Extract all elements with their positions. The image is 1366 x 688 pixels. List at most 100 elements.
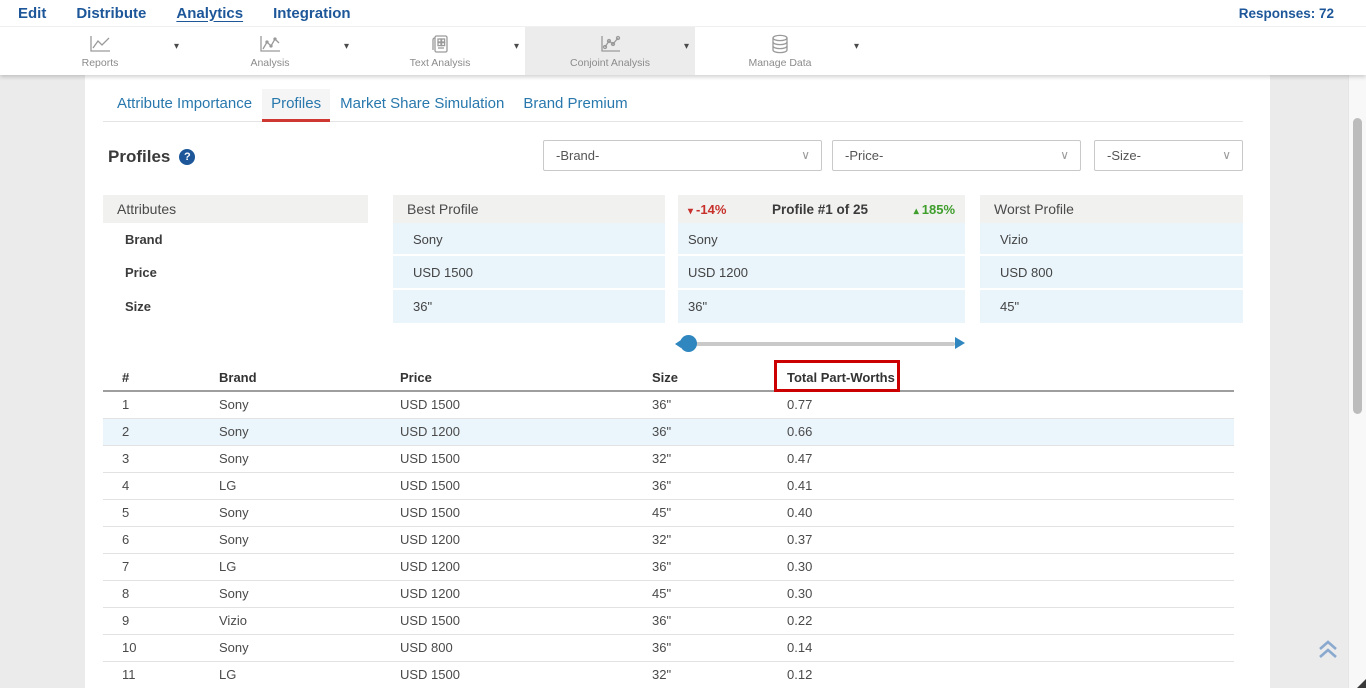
selected-profile-size: 36"	[678, 290, 965, 323]
table-row[interactable]: 1SonyUSD 150036"0.77	[103, 391, 1234, 418]
conjoint-caret-icon[interactable]: ▾	[684, 41, 689, 52]
col-header-size[interactable]: Size	[652, 365, 787, 391]
cell-brand: Sony	[219, 580, 400, 607]
triangle-up-icon: ▴	[914, 206, 919, 217]
toolbar-item-analysis[interactable]: Analysis ▾	[185, 27, 355, 75]
selected-profile-header: ▾-14% Profile #1 of 25 ▴185%	[678, 195, 965, 223]
slider-next-arrow-icon[interactable]	[955, 337, 965, 349]
best-profile-price: USD 1500	[393, 256, 665, 289]
toolbar-item-manage-data[interactable]: Manage Data ▾	[695, 27, 865, 75]
table-row[interactable]: 7LGUSD 120036"0.30	[103, 553, 1234, 580]
toolbar-item-label: Text Analysis	[410, 57, 471, 69]
selected-profile-title: Profile #1 of 25	[772, 202, 868, 217]
worst-profile-size: 45"	[980, 290, 1243, 323]
table-row[interactable]: 2SonyUSD 120036"0.66	[103, 418, 1234, 445]
table-row[interactable]: 8SonyUSD 120045"0.30	[103, 580, 1234, 607]
cell-num: 5	[103, 499, 219, 526]
conjoint-subtabs: Attribute Importance Profiles Market Sha…	[103, 89, 1243, 122]
cell-brand: Sony	[219, 634, 400, 661]
best-profile-brand: Sony	[393, 223, 665, 256]
col-header-total-part-worths[interactable]: Total Part-Worths	[787, 365, 1234, 391]
cell-worth: 0.77	[787, 391, 1234, 418]
worst-profile-price: USD 800	[980, 256, 1243, 289]
cell-brand: Sony	[219, 445, 400, 472]
cell-num: 3	[103, 445, 219, 472]
cell-num: 4	[103, 472, 219, 499]
cell-brand: Sony	[219, 499, 400, 526]
manage-data-caret-icon[interactable]: ▾	[854, 41, 859, 52]
table-row[interactable]: 6SonyUSD 120032"0.37	[103, 526, 1234, 553]
attribute-label-price: Price	[103, 256, 368, 289]
slider-track[interactable]	[688, 342, 955, 346]
nav-item-edit[interactable]: Edit	[18, 5, 46, 22]
price-filter-dropdown[interactable]: -Price- ∨	[832, 140, 1081, 171]
toolbar-item-label: Conjoint Analysis	[570, 57, 650, 69]
table-row[interactable]: 4LGUSD 150036"0.41	[103, 472, 1234, 499]
nav-item-distribute[interactable]: Distribute	[76, 5, 146, 22]
reports-caret-icon[interactable]: ▾	[174, 41, 179, 52]
toolbar-item-label: Manage Data	[748, 57, 811, 69]
cell-worth: 0.37	[787, 526, 1234, 553]
best-profile-header: Best Profile	[393, 195, 665, 223]
cell-price: USD 1500	[400, 607, 652, 634]
cell-num: 11	[103, 661, 219, 688]
cell-worth: 0.22	[787, 607, 1234, 634]
cell-num: 10	[103, 634, 219, 661]
tab-profiles[interactable]: Profiles	[262, 89, 330, 121]
cell-brand: LG	[219, 472, 400, 499]
cell-brand: LG	[219, 553, 400, 580]
table-row[interactable]: 9VizioUSD 150036"0.22	[103, 607, 1234, 634]
col-header-brand[interactable]: Brand	[219, 365, 400, 391]
analytics-toolbar: Reports ▾ Analysis ▾ Text Analysis ▾ Con…	[0, 27, 1366, 75]
size-filter-dropdown[interactable]: -Size- ∨	[1094, 140, 1243, 171]
scrollbar-thumb[interactable]	[1353, 118, 1362, 414]
cell-worth: 0.30	[787, 580, 1234, 607]
cell-num: 7	[103, 553, 219, 580]
responses-count-link[interactable]: Responses: 72	[1239, 6, 1334, 21]
toolbar-item-reports[interactable]: Reports ▾	[15, 27, 185, 75]
table-row[interactable]: 3SonyUSD 150032"0.47	[103, 445, 1234, 472]
tab-brand-premium[interactable]: Brand Premium	[514, 89, 636, 121]
chevron-down-icon: ∨	[1060, 141, 1069, 170]
table-row[interactable]: 5SonyUSD 150045"0.40	[103, 499, 1234, 526]
brand-filter-dropdown[interactable]: -Brand- ∨	[543, 140, 822, 171]
toolbar-item-text-analysis[interactable]: Text Analysis ▾	[355, 27, 525, 75]
table-row[interactable]: 10SonyUSD 80036"0.14	[103, 634, 1234, 661]
database-icon	[769, 34, 791, 55]
tab-attribute-importance[interactable]: Attribute Importance	[108, 89, 261, 121]
col-header-price[interactable]: Price	[400, 365, 652, 391]
nav-item-integration[interactable]: Integration	[273, 5, 351, 22]
cell-brand: Vizio	[219, 607, 400, 634]
analysis-caret-icon[interactable]: ▾	[344, 41, 349, 52]
tab-market-share-simulation[interactable]: Market Share Simulation	[331, 89, 513, 121]
cell-size: 36"	[652, 607, 787, 634]
cell-price: USD 1500	[400, 499, 652, 526]
vertical-scrollbar	[1348, 75, 1366, 688]
cell-price: USD 1200	[400, 418, 652, 445]
cell-num: 2	[103, 418, 219, 445]
chevron-down-icon: ∨	[801, 141, 810, 170]
cell-num: 9	[103, 607, 219, 634]
best-profile-panel: Best Profile Sony USD 1500 36"	[393, 195, 665, 323]
text-analysis-caret-icon[interactable]: ▾	[514, 41, 519, 52]
top-nav: Edit Distribute Analytics Integration Re…	[0, 0, 1366, 27]
table-row[interactable]: 11LGUSD 150032"0.12	[103, 661, 1234, 688]
cell-size: 36"	[652, 634, 787, 661]
cell-size: 32"	[652, 661, 787, 688]
slider-handle[interactable]	[680, 335, 697, 352]
line-chart-dots-icon	[258, 34, 282, 55]
back-to-top-button[interactable]	[1316, 638, 1342, 664]
size-filter-value: -Size-	[1107, 148, 1141, 163]
conjoint-chart-icon	[598, 34, 622, 55]
cell-worth: 0.14	[787, 634, 1234, 661]
help-icon[interactable]: ?	[179, 149, 195, 165]
cell-size: 36"	[652, 472, 787, 499]
attributes-panel: Attributes Brand Price Size	[103, 195, 368, 323]
nav-item-analytics[interactable]: Analytics	[176, 5, 243, 22]
cell-size: 36"	[652, 391, 787, 418]
col-header-num[interactable]: #	[103, 365, 219, 391]
window-corner-grip	[1357, 679, 1366, 688]
cell-price: USD 800	[400, 634, 652, 661]
cell-size: 36"	[652, 553, 787, 580]
toolbar-item-conjoint-analysis[interactable]: Conjoint Analysis ▾	[525, 27, 695, 75]
